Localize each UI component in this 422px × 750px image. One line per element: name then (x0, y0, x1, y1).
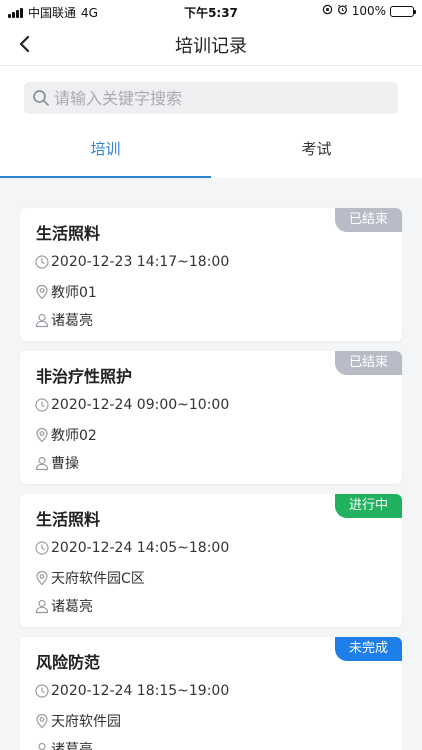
record-time-row: 2020-12-24 14:05~18:00 (34, 540, 229, 556)
clock-icon (34, 397, 50, 413)
search-input[interactable] (54, 82, 384, 114)
clock-icon (34, 683, 50, 699)
status-bar: 中国联通 4G 下午5:37 100% (0, 0, 422, 22)
record-time: 2020-12-24 18:15~19:00 (51, 683, 230, 699)
record-location: 教师01 (51, 285, 97, 301)
record-title: 非治疗性照护 (36, 367, 133, 386)
record-teacher: 诸葛亮 (51, 599, 93, 615)
location-pin-icon (34, 284, 50, 300)
record-teacher: 诸葛亮 (51, 742, 93, 750)
status-badge: 已结束 (334, 208, 402, 232)
record-card[interactable]: 非治疗性照护 已结束 2020-12-24 09:00~10:00 教师02 曹… (20, 351, 402, 484)
clock-icon (34, 540, 50, 556)
record-location-row: 天府软件园C区 (34, 568, 145, 588)
record-time: 2020-12-23 14:17~18:00 (51, 254, 230, 270)
tab-exam[interactable]: 考试 (211, 130, 422, 178)
orientation-lock-icon (322, 4, 333, 18)
status-badge: 未完成 (334, 637, 402, 661)
nav-bar: 培训记录 (0, 22, 422, 66)
status-right: 100% (322, 4, 416, 18)
person-icon (34, 741, 50, 750)
person-icon (34, 598, 50, 614)
record-location-row: 天府软件园 (34, 711, 121, 731)
status-badge: 已结束 (334, 351, 402, 375)
record-card[interactable]: 风险防范 未完成 2020-12-24 18:15~19:00 天府软件园 诸葛… (20, 637, 402, 750)
record-location: 教师02 (51, 428, 97, 444)
record-location-row: 教师01 (34, 282, 97, 302)
record-teacher-row: 曹操 (34, 453, 79, 473)
record-teacher-row: 诸葛亮 (34, 596, 93, 616)
record-location-row: 教师02 (34, 425, 97, 445)
record-card[interactable]: 生活照料 已结束 2020-12-23 14:17~18:00 教师01 诸葛亮 (20, 208, 402, 341)
person-icon (34, 312, 50, 328)
location-pin-icon (34, 570, 50, 586)
record-teacher: 诸葛亮 (51, 313, 93, 329)
record-time: 2020-12-24 09:00~10:00 (51, 397, 230, 413)
battery-icon (390, 5, 416, 17)
record-title: 生活照料 (36, 510, 101, 529)
record-time: 2020-12-24 14:05~18:00 (51, 540, 230, 556)
search-box[interactable] (24, 82, 398, 114)
clock-icon (34, 254, 50, 270)
record-location: 天府软件园 (51, 714, 121, 730)
location-pin-icon (34, 427, 50, 443)
record-location: 天府软件园C区 (51, 571, 145, 587)
record-list: 生活照料 已结束 2020-12-23 14:17~18:00 教师01 诸葛亮… (0, 178, 422, 750)
record-time-row: 2020-12-23 14:17~18:00 (34, 254, 229, 270)
tab-training[interactable]: 培训 (0, 130, 211, 178)
person-icon (34, 455, 50, 471)
location-pin-icon (34, 713, 50, 729)
record-time-row: 2020-12-24 09:00~10:00 (34, 397, 229, 413)
record-time-row: 2020-12-24 18:15~19:00 (34, 683, 229, 699)
record-title: 生活照料 (36, 224, 101, 243)
alarm-icon (337, 4, 348, 18)
status-badge: 进行中 (334, 494, 402, 518)
search-area (0, 66, 422, 130)
record-card[interactable]: 生活照料 进行中 2020-12-24 14:05~18:00 天府软件园C区 … (20, 494, 402, 627)
tab-bar: 培训 考试 (0, 130, 422, 178)
record-title: 风险防范 (36, 653, 101, 672)
record-teacher-row: 诸葛亮 (34, 739, 93, 750)
record-teacher: 曹操 (51, 456, 79, 472)
page-title: 培训记录 (175, 36, 247, 57)
battery-label: 100% (351, 4, 386, 18)
record-teacher-row: 诸葛亮 (34, 310, 93, 330)
